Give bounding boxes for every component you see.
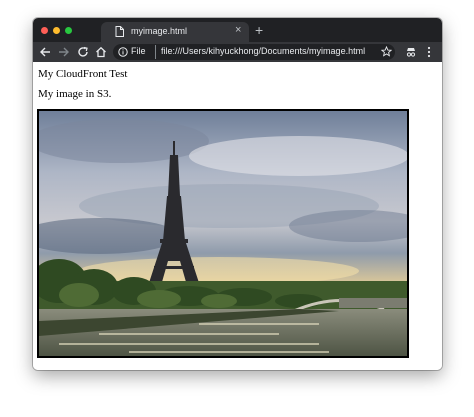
info-icon[interactable] [118, 47, 128, 57]
star-icon[interactable] [381, 46, 392, 57]
address-bar[interactable]: File file:///Users/kihyuckhong/Documents… [113, 44, 395, 60]
close-window-button[interactable] [41, 27, 48, 34]
url-divider [155, 45, 156, 59]
zoom-window-button[interactable] [65, 27, 72, 34]
scheme-label: File [131, 46, 146, 56]
minimize-window-button[interactable] [53, 27, 60, 34]
url-text[interactable]: file:///Users/kihyuckhong/Documents/myim… [161, 46, 365, 56]
toolbar: File file:///Users/kihyuckhong/Documents… [33, 42, 442, 62]
tab-title: myimage.html [131, 26, 188, 36]
back-arrow-icon[interactable] [39, 46, 51, 58]
page-heading: My CloudFront Test [38, 68, 128, 80]
reload-icon[interactable] [77, 46, 89, 58]
page-content: My CloudFront Test My image in S3. [33, 62, 442, 370]
home-icon[interactable] [95, 46, 107, 58]
tab-bar: myimage.html × + [33, 18, 442, 42]
document-icon [115, 26, 124, 37]
kebab-menu-icon[interactable] [426, 46, 432, 58]
forward-arrow-icon[interactable] [58, 46, 70, 58]
new-tab-button[interactable]: + [255, 22, 263, 38]
page-body-text: My image in S3. [38, 88, 112, 100]
browser-window: myimage.html × + File file:///Users/kihy… [33, 18, 442, 370]
eiffel-tower-image [37, 109, 409, 358]
incognito-icon[interactable] [405, 46, 417, 58]
eiffel-tower-photo [39, 111, 407, 356]
tab-myimage[interactable]: myimage.html × [101, 22, 249, 42]
tab-close-icon[interactable]: × [235, 24, 241, 36]
